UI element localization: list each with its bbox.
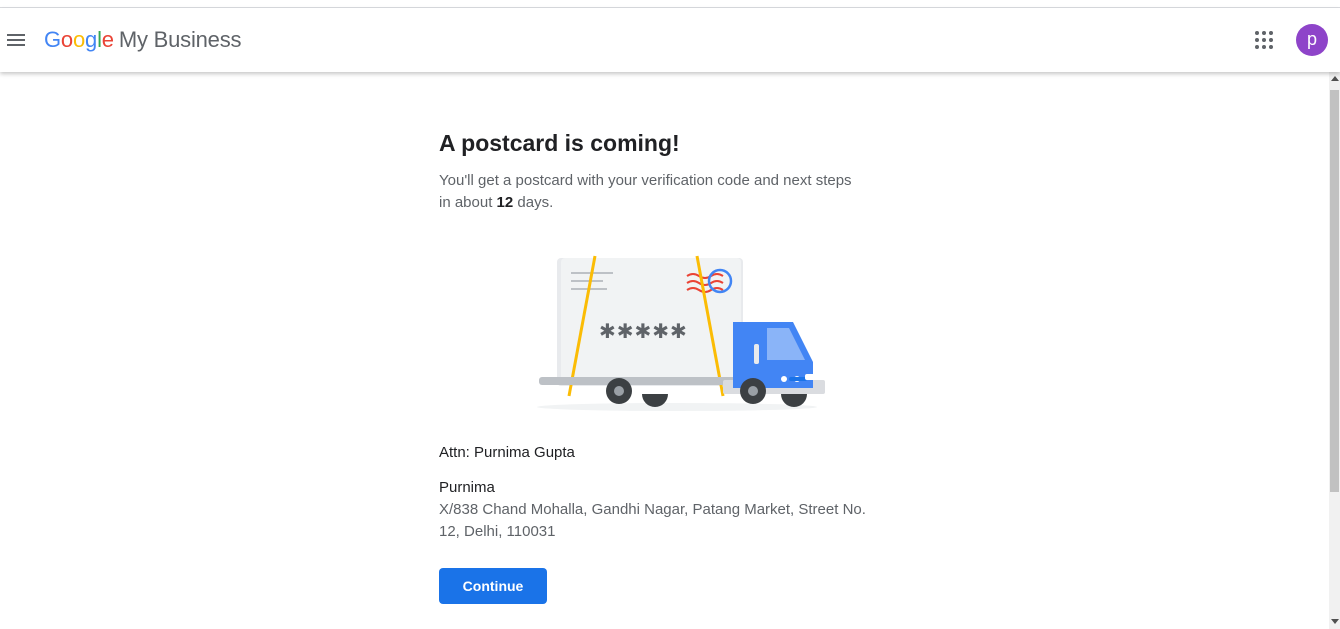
browser-top-line — [0, 0, 1340, 8]
logo-letter: o — [72, 27, 86, 52]
page-scrollbar[interactable] — [1329, 72, 1340, 629]
scroll-down-arrow-icon[interactable] — [1331, 619, 1339, 624]
account-avatar[interactable]: p — [1296, 24, 1328, 56]
description-suffix: days. — [513, 194, 554, 211]
scroll-thumb[interactable] — [1330, 90, 1339, 492]
attention-line: Attn: Purnima Gupta — [439, 444, 575, 461]
postcard-code-mask: ✱✱✱✱✱ — [599, 319, 688, 343]
product-name: My Business — [118, 27, 242, 52]
logo-letter: g — [85, 27, 98, 52]
address-name: Purnima — [439, 479, 495, 496]
logo-letter: o — [60, 27, 73, 52]
address-line: X/838 Chand Mohalla, Gandhi Nagar, Patan… — [439, 501, 866, 540]
logo-letter: e — [101, 27, 114, 52]
main-menu-icon[interactable] — [4, 28, 28, 52]
postcard-truck-illustration: ✱✱✱✱✱ — [537, 255, 825, 411]
continue-button[interactable]: Continue — [439, 568, 547, 604]
google-apps-icon[interactable] — [1252, 28, 1276, 52]
app-header: Google My Business p — [0, 8, 1340, 72]
postcard-description: You'll get a postcard with your verifica… — [439, 170, 859, 214]
days-count: 12 — [496, 194, 514, 211]
google-my-business-logo[interactable]: Google My Business — [44, 26, 242, 54]
scroll-up-arrow-icon[interactable] — [1331, 76, 1339, 81]
page-title: A postcard is coming! — [439, 130, 680, 156]
logo-letter: G — [44, 27, 61, 52]
